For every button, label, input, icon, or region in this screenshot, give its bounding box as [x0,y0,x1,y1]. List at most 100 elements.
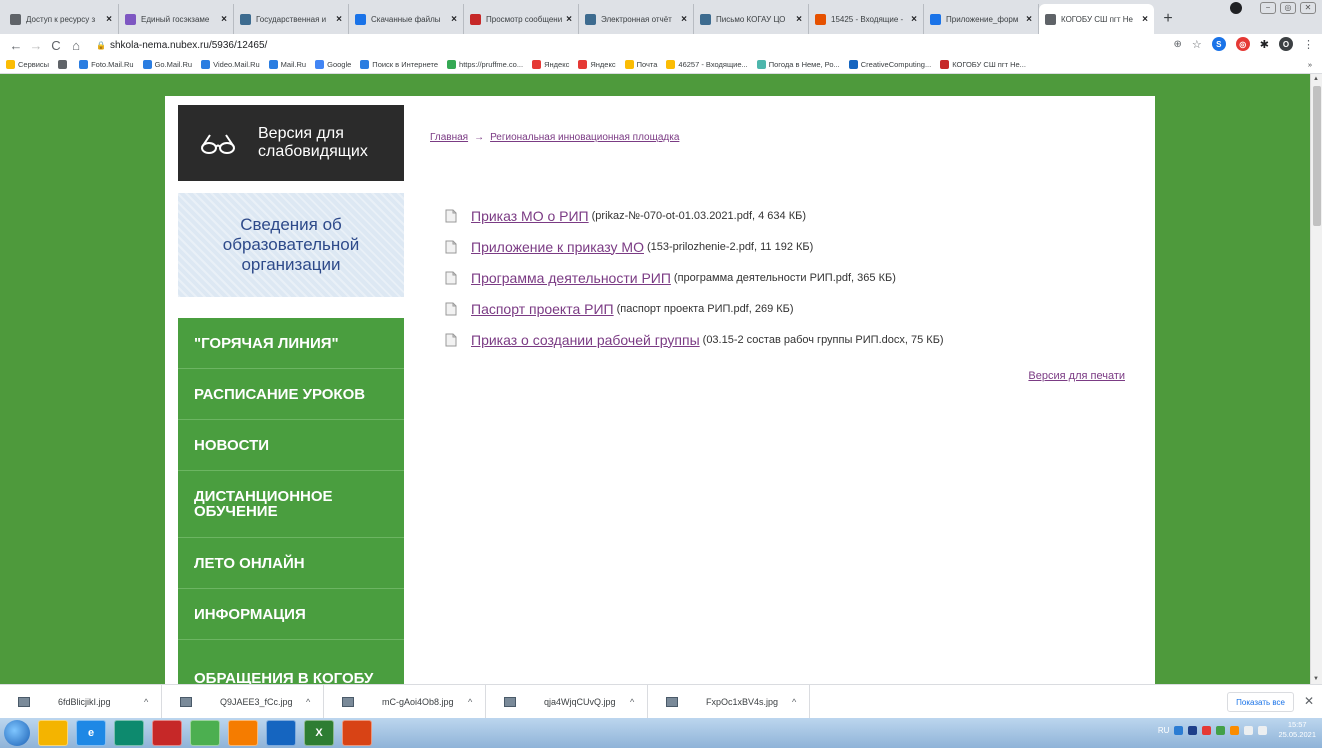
document-link[interactable]: Приложение к приказу МО [471,239,644,255]
bookmark-item[interactable] [58,60,70,69]
download-item[interactable]: 6fdBlicjikI.jpg ^ [0,684,162,719]
bookmarks-more-icon[interactable]: » [1308,60,1312,69]
taskbar-app-icon[interactable] [228,720,258,746]
menu-item[interactable]: НОВОСТИ [178,420,404,471]
taskbar-app-icon[interactable] [266,720,296,746]
zoom-icon[interactable]: ⊕ [1174,39,1182,50]
bookmark-item[interactable]: Mail.Ru [268,60,306,69]
bookmark-item[interactable]: Video.Mail.Ru [201,60,260,69]
tab-close-icon[interactable]: × [1026,14,1032,25]
bookmark-item[interactable]: Foto.Mail.Ru [79,60,134,69]
back-arrow-icon[interactable]: ← [6,38,26,53]
org-info-banner[interactable]: Сведения об образовательной организации [178,193,404,297]
bookmark-item[interactable]: Погода в Неме, Ро... [756,60,840,69]
browser-tab[interactable]: Просмотр сообщени × [464,4,579,34]
maximize-icon[interactable]: ◎ [1280,2,1296,14]
chevron-up-icon[interactable]: ^ [306,697,310,707]
taskbar-app-icon[interactable] [342,720,372,746]
bookmark-item[interactable]: Go.Mail.Ru [142,60,192,69]
tab-close-icon[interactable]: × [681,14,687,25]
bookmark-item[interactable]: Яндекс [532,60,569,69]
document-link[interactable]: Программа деятельности РИП [471,270,671,286]
browser-tab[interactable]: Государственная и × [234,4,349,34]
browser-tab[interactable]: Доступ к ресурсу з × [4,4,119,34]
tab-close-icon[interactable]: × [336,14,342,25]
tab-close-icon[interactable]: × [451,14,457,25]
taskbar-app-icon[interactable] [152,720,182,746]
tab-close-icon[interactable]: × [221,14,227,25]
minimize-icon[interactable]: − [1260,2,1276,14]
menu-item[interactable]: ДИСТАНЦИОННОЕ ОБУЧЕНИЕ [178,471,404,538]
bookmark-item[interactable]: Яндекс [578,60,616,69]
close-icon[interactable]: ✕ [1304,694,1314,708]
bookmark-item[interactable]: Google [315,60,351,69]
profile-avatar-icon[interactable]: O [1279,37,1293,51]
browser-tab[interactable]: Письмо КОГАУ ЦО × [694,4,809,34]
chevron-up-icon[interactable]: ^ [144,697,148,707]
download-item[interactable]: mC-gAoi4Ob8.jpg ^ [324,684,486,719]
tray-app-icon[interactable] [1230,725,1240,735]
print-version-link[interactable]: Версия для печати [1028,370,1125,382]
lock-icon[interactable]: 🔒 [96,41,106,50]
taskbar-app-icon[interactable]: X [304,720,334,746]
bookmark-item[interactable]: Сервисы [6,60,49,69]
browser-tab[interactable]: Электронная отчёт × [579,4,694,34]
bookmark-item[interactable]: КОГОБУ СШ пгт Не... [940,60,1026,69]
taskbar-app-icon[interactable] [190,720,220,746]
document-link[interactable]: Приказ МО о РИП [471,208,589,224]
chevron-up-icon[interactable]: ^ [792,697,796,707]
menu-item[interactable]: ОБРАЩЕНИЯ В КОГОБУ [178,640,404,684]
home-icon[interactable]: ⌂ [66,38,86,53]
extension-red-icon[interactable]: ◎ [1235,37,1250,51]
profile-icon[interactable] [1230,2,1242,14]
network-icon[interactable] [1258,725,1268,735]
menu-item[interactable]: ЛЕТО ОНЛАЙН [178,538,404,589]
volume-icon[interactable] [1244,725,1254,735]
bookmark-item[interactable]: https://pruffme.co... [447,60,523,69]
browser-tab[interactable]: 15425 - Входящие - × [809,4,924,34]
reload-icon[interactable]: C [46,38,66,53]
tab-close-icon[interactable]: × [911,14,917,25]
bookmark-star-icon[interactable]: ☆ [1192,38,1202,51]
tab-close-icon[interactable]: × [566,14,572,25]
breadcrumb-current-link[interactable]: Региональная инновационная площадка [490,132,679,143]
address-bar[interactable]: shkola-nema.nubex.ru/5936/12465/ [110,40,267,51]
browser-tab[interactable]: КОГОБУ СШ пгт Не × [1039,4,1154,34]
show-all-downloads-button[interactable]: Показать все [1227,692,1294,712]
bookmark-item[interactable]: CreativeComputing... [848,60,931,69]
extensions-puzzle-icon[interactable]: ✱ [1260,38,1269,51]
start-button[interactable] [4,720,30,746]
taskbar-app-icon[interactable]: e [76,720,106,746]
forward-arrow-icon[interactable]: → [26,38,46,53]
chevron-up-icon[interactable]: ^ [468,697,472,707]
menu-item[interactable]: ИНФОРМАЦИЯ [178,589,404,640]
low-vision-version-button[interactable]: Версия для слабовидящих [178,105,404,181]
extension-s-icon[interactable]: S [1211,37,1226,51]
page-scrollbar[interactable]: ▲ ▼ [1310,74,1322,684]
document-link[interactable]: Паспорт проекта РИП [471,301,614,317]
new-tab-button[interactable]: + [1154,4,1182,34]
menu-item[interactable]: РАСПИСАНИЕ УРОКОВ [178,369,404,420]
menu-item[interactable]: "ГОРЯЧАЯ ЛИНИЯ" [178,318,404,369]
download-item[interactable]: Q9JAEE3_fCc.jpg ^ [162,684,324,719]
browser-tab[interactable]: Единый госэкзаме × [119,4,234,34]
bookmark-item[interactable]: 46257 - Входящие... [666,60,748,69]
tab-close-icon[interactable]: × [796,14,802,25]
bookmark-item[interactable]: Поиск в Интернете [360,60,438,69]
chevron-up-icon[interactable]: ^ [630,697,634,707]
language-indicator[interactable]: RU [1158,726,1170,735]
scrollbar-thumb[interactable] [1313,86,1321,226]
scroll-down-icon[interactable]: ▼ [1313,676,1319,682]
tray-app-icon[interactable] [1216,725,1226,735]
scroll-up-icon[interactable]: ▲ [1313,76,1319,82]
system-clock[interactable]: 15:57 25.05.2021 [1278,720,1316,740]
taskbar-app-icon[interactable] [114,720,144,746]
browser-tab[interactable]: Приложение_форм × [924,4,1039,34]
taskbar-app-icon[interactable] [38,720,68,746]
document-link[interactable]: Приказ о создании рабочей группы [471,332,700,348]
bookmark-item[interactable]: Почта [624,60,657,69]
download-item[interactable]: qja4WjqCUvQ.jpg ^ [486,684,648,719]
tray-app-icon[interactable] [1188,725,1198,735]
download-item[interactable]: FxpOc1xBV4s.jpg ^ [648,684,810,719]
tray-app-icon[interactable] [1202,725,1212,735]
